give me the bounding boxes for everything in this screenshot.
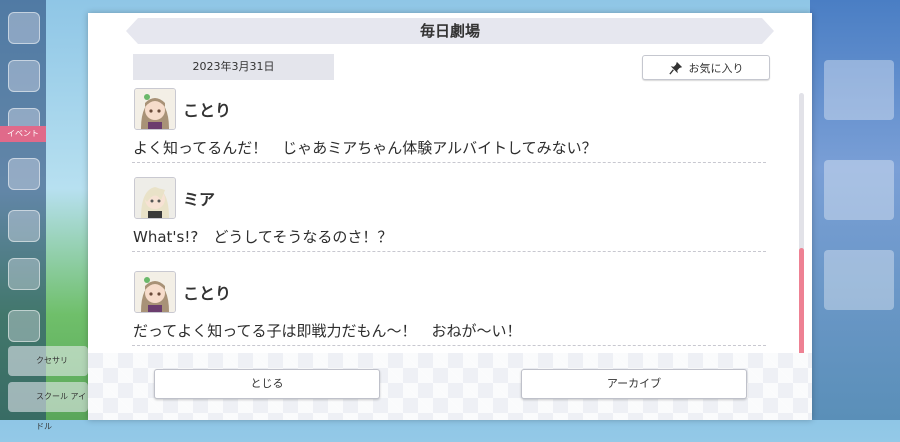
dialogue-line: What's!? どうしてそうなるのさ！？ xyxy=(133,228,393,246)
expand-icon xyxy=(8,310,40,342)
background-right-panel xyxy=(810,0,900,420)
screen-icon xyxy=(8,210,40,242)
dialog-footer: とじる アーカイブ xyxy=(88,353,812,420)
school-idol-button: スクール アイドル xyxy=(8,382,88,431)
speaker-name: ミア xyxy=(183,190,216,209)
close-button[interactable]: とじる xyxy=(154,369,380,399)
dialogue-line: よく知ってるんだ！ じゃあミアちゃん体験アルバイトしてみない？ xyxy=(133,139,597,157)
title-bar: 毎日劇場 xyxy=(126,18,774,44)
trophy-icon xyxy=(8,258,40,290)
kotori-avatar-icon xyxy=(134,88,176,130)
banner-card xyxy=(824,250,894,310)
message-item: ことり だってよく知ってる子は即戦力だもん〜！ おねが〜い！ xyxy=(132,271,766,365)
speaker-name: ことり xyxy=(183,101,232,120)
divider xyxy=(132,345,766,346)
pin-icon xyxy=(668,61,682,75)
speaker-name: ことり xyxy=(183,284,232,303)
message-item: ミア What's!? どうしてそうなるのさ！？ xyxy=(132,177,766,271)
accessory-button: クセサリ xyxy=(8,346,88,376)
gift-icon xyxy=(8,158,40,190)
divider xyxy=(132,251,766,252)
dialogue-line: だってよく知ってる子は即戦力だもん〜！ おねが〜い！ xyxy=(133,322,522,340)
mia-avatar-icon xyxy=(134,177,176,219)
daily-theater-dialog: 毎日劇場 2023年3月31日 お気に入り ことり よく知ってるんだ！ じゃあミ… xyxy=(88,13,812,420)
chat-icon xyxy=(8,60,40,92)
kotori-avatar-icon xyxy=(134,271,176,313)
message-list[interactable]: ことり よく知ってるんだ！ じゃあミアちゃん体験アルバイトしてみない？ ミア W… xyxy=(132,88,766,365)
event-badge: イベント xyxy=(0,126,46,142)
scrollbar-thumb[interactable] xyxy=(799,248,804,361)
menu-icon xyxy=(8,12,40,44)
favorite-label: お気に入り xyxy=(688,61,744,75)
banner-card xyxy=(824,160,894,220)
banner-card xyxy=(824,60,894,120)
date-label: 2023年3月31日 xyxy=(133,54,334,80)
archive-button[interactable]: アーカイブ xyxy=(521,369,747,399)
scrollbar[interactable] xyxy=(799,93,804,361)
dialog-title: 毎日劇場 xyxy=(419,22,480,40)
favorite-button[interactable]: お気に入り xyxy=(642,55,770,80)
divider xyxy=(132,162,766,163)
message-item: ことり よく知ってるんだ！ じゃあミアちゃん体験アルバイトしてみない？ xyxy=(132,88,766,177)
